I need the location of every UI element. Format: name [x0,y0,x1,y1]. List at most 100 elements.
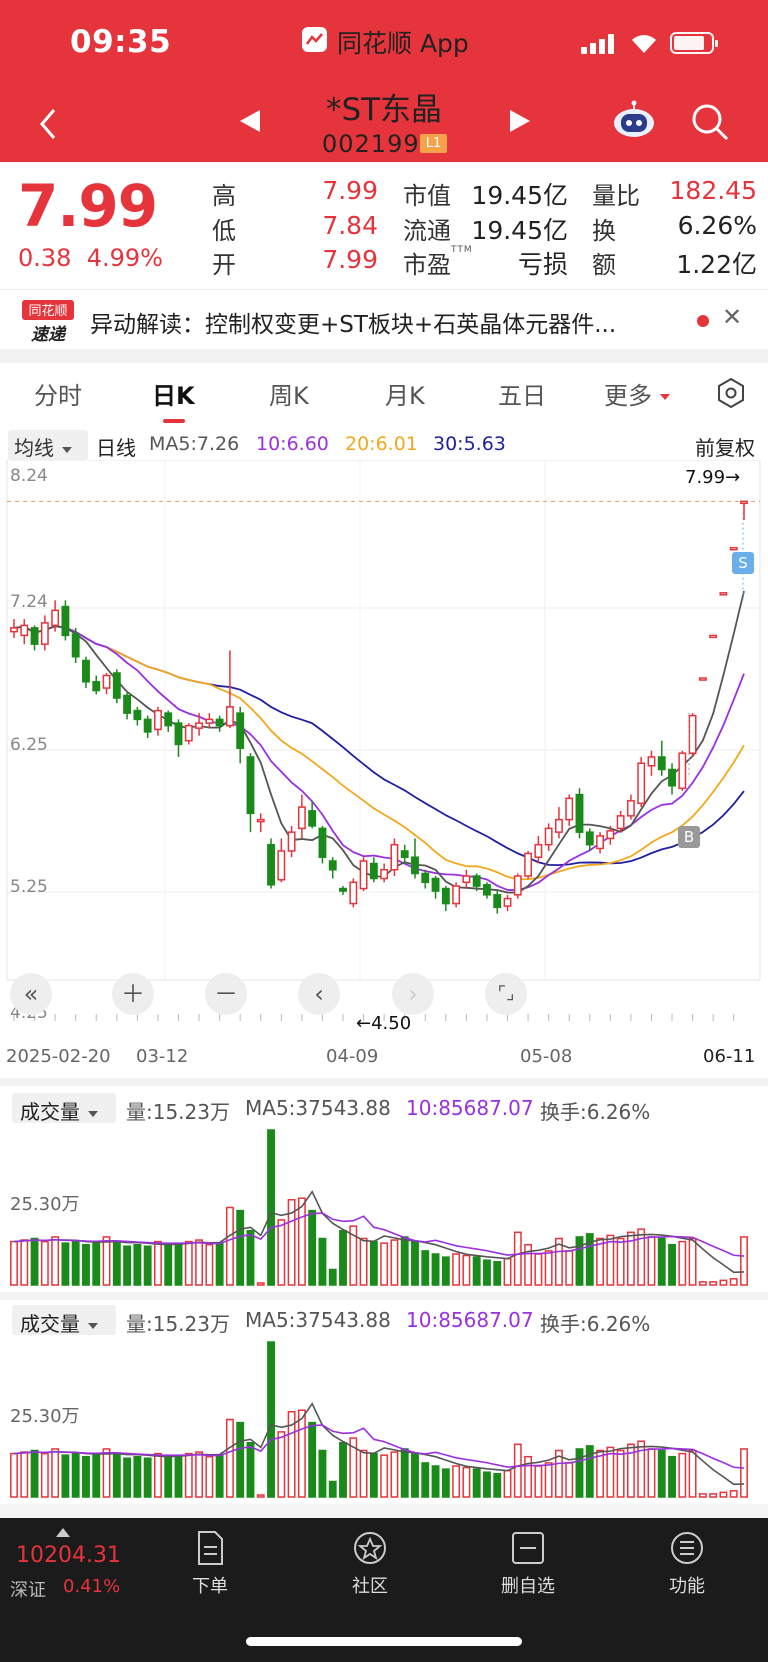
volume-bar [740,1236,748,1286]
volume-bar [503,1257,512,1286]
volume-bar [236,1421,245,1498]
ma20-value: 20:6.01 [345,433,418,455]
candle-body [709,634,718,639]
expand-icon[interactable] [56,1528,70,1537]
current-price: 7.99 [18,172,158,240]
candle-body [637,762,646,805]
volume-chart[interactable] [0,1332,768,1502]
close-news-button[interactable]: ✕ [722,303,742,331]
volume-bar [472,1468,481,1498]
volume-bar [688,1449,697,1498]
news-badge-bottom: 速递 [31,325,67,345]
candle-body [40,622,49,645]
candle-body [61,605,70,637]
volume-bar [143,1457,152,1498]
candle-body [349,881,358,905]
max-price-label: 7.99→ [685,467,741,488]
volume-bar [92,1454,101,1498]
community-button[interactable]: 社区 [320,1530,420,1598]
buy-marker[interactable]: B [678,826,700,848]
zoom-out-button[interactable]: － [205,973,247,1015]
indicator-selector[interactable]: 均线 [8,430,88,460]
volume-bar [318,1449,327,1498]
price-grid [6,460,761,1021]
volume-bar [143,1245,152,1286]
volume-bar [400,1236,409,1286]
volume-indicator-selector[interactable]: 成交量 [12,1305,116,1336]
volume-bar [61,1454,70,1498]
volume-bar [503,1469,512,1498]
candle-body [483,884,491,896]
sell-marker[interactable]: S [732,552,754,574]
candle-body [225,706,234,727]
adjust-mode[interactable]: 前复权 [695,432,755,461]
remove-watchlist-button[interactable]: 删自选 [478,1530,578,1598]
candle-body [513,875,522,896]
ma10-value: 10:6.60 [256,433,329,455]
search-icon[interactable] [690,102,730,142]
turnover-value: 6.26% [677,211,757,240]
chevron-down-icon [62,446,72,453]
price-axis-top: 8.24 [10,466,48,486]
minus-box-icon [512,1532,544,1564]
ma-line-path [13,625,745,881]
tab-daily-k[interactable]: 日K [152,376,195,411]
candle-body [740,500,748,505]
ma-line-path [13,590,745,894]
volume-bar [729,1278,738,1286]
index-value[interactable]: 10204.31 [16,1543,121,1568]
candle-body [143,718,152,733]
rewind-icon[interactable]: « [10,973,52,1015]
candle-body [184,724,193,742]
volume-bar [246,1230,255,1286]
period-label: 日线 [96,436,136,460]
volume-bar [709,1493,718,1498]
ma30-value: 30:5.63 [433,433,506,455]
candle-body [92,681,101,692]
assistant-robot-icon[interactable] [612,100,656,140]
fullscreen-icon[interactable]: ⌜⌟ [485,973,527,1015]
candle-body [441,887,450,905]
tab-monthly-k[interactable]: 月K [385,376,425,411]
date-label-4: 05-08 [520,1046,573,1067]
candle-body [606,830,615,840]
candle-body [20,624,29,637]
candle-body [287,831,296,852]
volume-bar [297,1197,306,1286]
volume-bar [40,1452,49,1498]
zoom-in-button[interactable]: ＋ [112,973,154,1015]
chevron-down-icon [660,394,670,400]
volume-bar [256,1282,265,1286]
volume-bar [308,1209,317,1286]
volume-ma10: 10:85687.07 [406,1096,534,1120]
volume-bar [719,1279,728,1286]
candle-body [102,674,111,689]
tab-weekly-k[interactable]: 周K [269,376,309,411]
scroll-left-button[interactable]: ‹ [298,973,340,1015]
volume-indicator-selector[interactable]: 成交量 [12,1093,116,1124]
tab-more[interactable]: 更多 [604,376,670,411]
price-axis-2: 7.24 [10,592,48,612]
candle-body [369,862,378,880]
candle-body [51,609,60,627]
volume-bar [308,1421,317,1498]
candle-body [359,860,368,890]
scroll-right-button[interactable]: › [392,973,434,1015]
candle-body [411,856,419,875]
volume-bar [657,1237,666,1286]
home-indicator[interactable] [246,1637,522,1646]
chart-settings-icon[interactable] [716,377,746,409]
kline-chart[interactable] [0,460,768,1030]
next-stock-button[interactable] [510,110,530,132]
functions-button[interactable]: 功能 [637,1530,737,1598]
order-button[interactable]: 下单 [160,1530,260,1598]
change-pct: 4.99% [86,244,163,272]
volume-bar [575,1236,584,1286]
volume-chart[interactable] [0,1120,768,1290]
volume-ratio-value: 182.45 [669,176,757,205]
news-text[interactable]: 异动解读：控制权变更+ST板块+石英晶体元器件... [90,305,680,339]
volume-bar [740,1448,748,1498]
candle-body [688,714,697,754]
tab-intraday[interactable]: 分时 [34,376,82,411]
tab-five-day[interactable]: 五日 [498,376,546,411]
